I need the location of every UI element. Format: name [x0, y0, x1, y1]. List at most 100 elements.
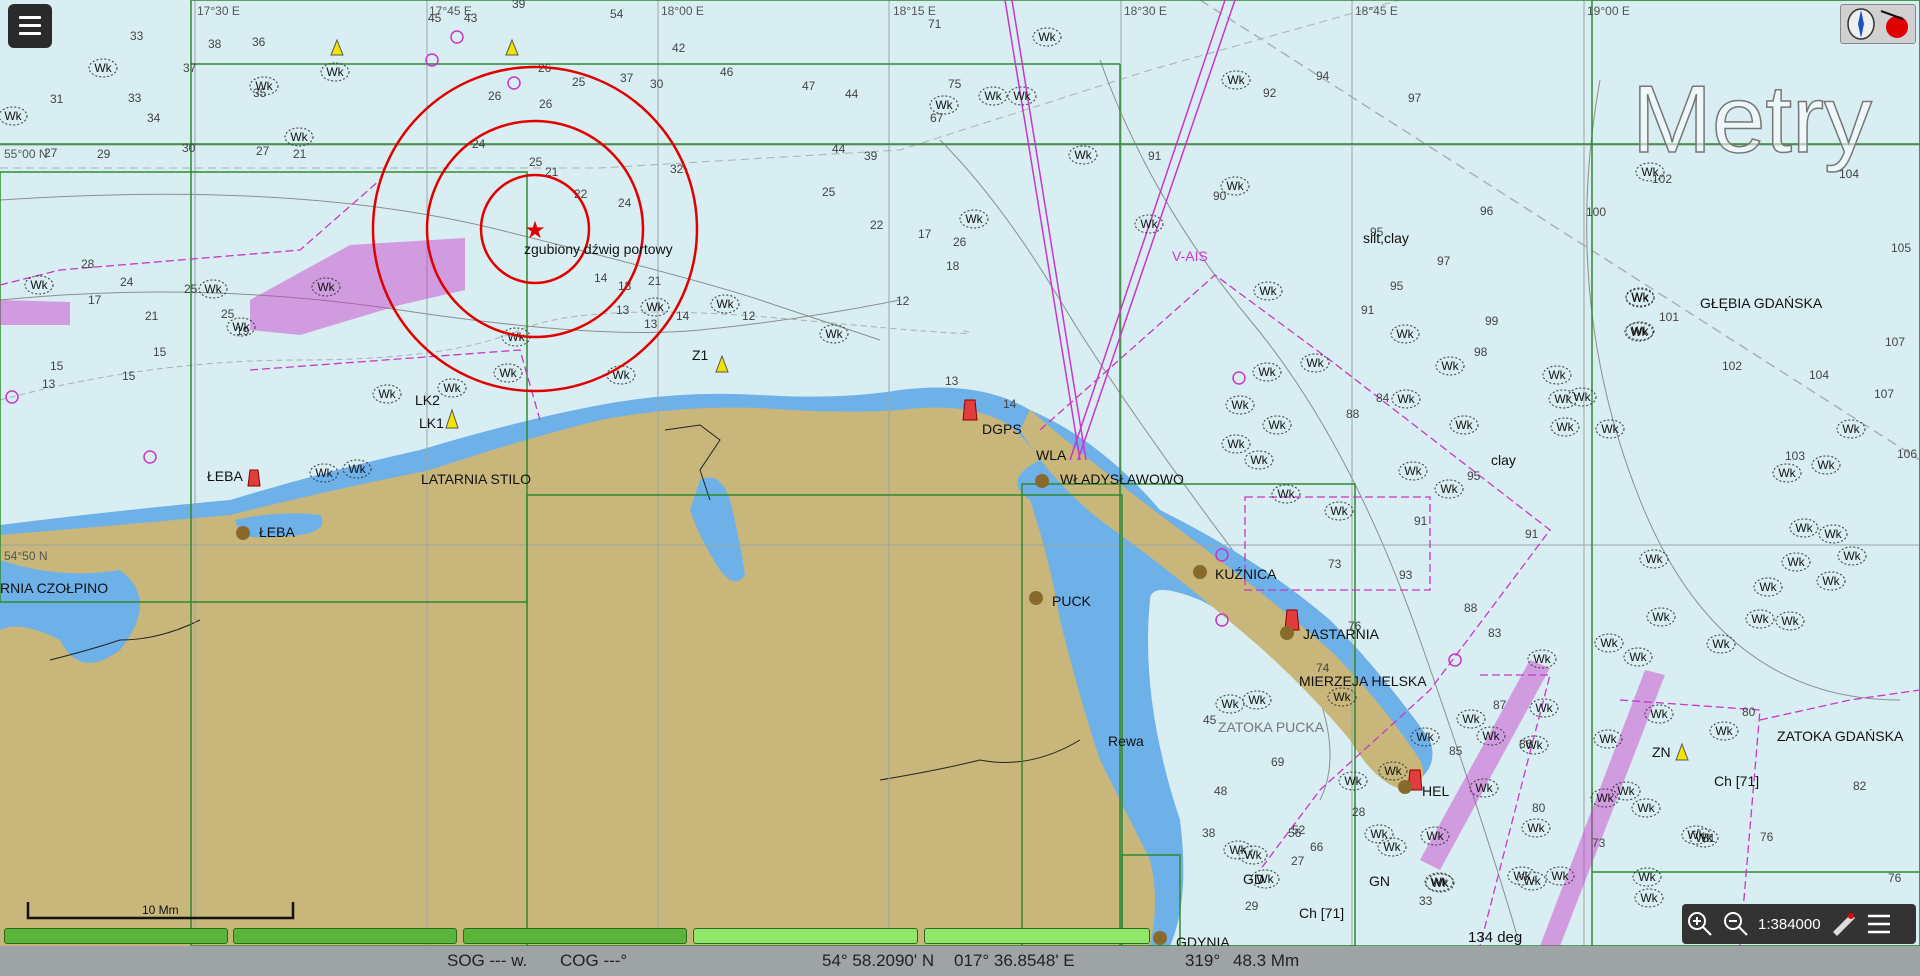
grid-label-lon-3: 18°00 E: [661, 4, 704, 18]
svg-text:Wk: Wk: [255, 79, 273, 93]
latitude-readout: 54° 58.2090' N: [822, 951, 935, 970]
depth-sounding: 15: [50, 359, 64, 373]
zoom-in-icon: [1688, 912, 1712, 936]
chart-tab-5[interactable]: [924, 928, 1150, 944]
depth-sounding: 13: [42, 377, 56, 391]
svg-text:Wk: Wk: [1637, 801, 1655, 815]
depth-sounding: 36: [252, 35, 266, 49]
chart-tab-4[interactable]: [693, 928, 918, 944]
svg-text:Wk: Wk: [1306, 356, 1324, 370]
grid-label-lat-1: 55°00 N: [4, 147, 48, 161]
label-zatoka-gdanska: ZATOKA GDAŃSKA: [1777, 728, 1904, 744]
depth-sounding: 102: [1722, 359, 1742, 373]
depth-sounding: 14: [594, 271, 608, 285]
compass-button[interactable]: [1840, 4, 1916, 44]
svg-text:Wk: Wk: [1533, 652, 1551, 666]
depth-sounding: 21: [648, 274, 662, 288]
svg-text:Wk: Wk: [1277, 487, 1295, 501]
svg-text:Wk: Wk: [1617, 784, 1635, 798]
menu-button[interactable]: [8, 4, 52, 48]
depth-sounding: 85: [1449, 744, 1463, 758]
depth-sounding: 80: [1532, 801, 1546, 815]
depth-sounding: 52: [1292, 823, 1306, 837]
svg-text:Wk: Wk: [348, 462, 366, 476]
grid-label-lon-7: 19°00 E: [1587, 4, 1630, 18]
label-wla: WLA: [1036, 447, 1067, 463]
depth-sounding: 99: [1485, 314, 1499, 328]
chart-tab-2[interactable]: [233, 928, 457, 944]
svg-text:Wk: Wk: [1226, 179, 1244, 193]
depth-sounding: 21: [145, 309, 159, 323]
svg-text:Wk: Wk: [1554, 392, 1572, 406]
depth-sounding: 33: [1419, 894, 1433, 908]
depth-sounding: 38: [208, 37, 222, 51]
label-dgps: DGPS: [982, 421, 1022, 437]
svg-text:Wk: Wk: [1330, 504, 1348, 518]
svg-text:Wk: Wk: [1556, 420, 1574, 434]
depth-sounding: 93: [1399, 568, 1413, 582]
label-leba-top: ŁEBA: [207, 468, 243, 484]
label-zatoka-pucka: ZATOKA PUCKA: [1218, 719, 1325, 735]
svg-text:Wk: Wk: [1482, 729, 1500, 743]
label-silt-clay: silt,clay: [1363, 230, 1409, 246]
svg-text:Wk: Wk: [204, 282, 222, 296]
svg-text:Wk: Wk: [716, 297, 734, 311]
chart-tab-3[interactable]: [463, 928, 687, 944]
depth-sounding: 38: [1202, 826, 1216, 840]
grid-label-lon-4: 18°15 E: [893, 4, 936, 18]
status-bar: SOG --- w. COG ---° 54° 58.2090' N 017° …: [0, 946, 1920, 976]
depth-sounding: 27: [256, 144, 270, 158]
label-v-ais: V-AIS: [1172, 248, 1208, 264]
depth-sounding: 91: [1525, 527, 1539, 541]
chart-tab-1[interactable]: [4, 928, 228, 944]
depth-sounding: 91: [1414, 514, 1428, 528]
depth-sounding: 22: [870, 218, 884, 232]
svg-text:Wk: Wk: [1440, 482, 1458, 496]
nautical-chart[interactable]: 333738 36353431 3327 29 30 27 212824 2517211513…: [0, 0, 1920, 946]
svg-text:Wk: Wk: [1535, 701, 1553, 715]
depth-sounding: 13: [945, 374, 959, 388]
depth-sounding: 25: [184, 282, 198, 296]
grid-label-lat-2: 54°50 N: [4, 549, 48, 563]
svg-text:Wk: Wk: [1631, 290, 1649, 304]
svg-text:Wk: Wk: [1817, 458, 1835, 472]
depth-sounding: 46: [720, 65, 734, 79]
depth-sounding: 12: [896, 294, 910, 308]
layers-menu-button[interactable]: [1861, 906, 1897, 942]
svg-text:Wk: Wk: [1259, 284, 1277, 298]
depth-sounding: 31: [50, 92, 64, 106]
depth-sounding: 101: [1659, 310, 1679, 324]
svg-text:Wk: Wk: [1455, 418, 1473, 432]
depth-sounding: 37: [620, 71, 634, 85]
svg-text:Wk: Wk: [1244, 848, 1262, 862]
label-wladyslawowo: WŁADYSŁAWOWO: [1060, 471, 1184, 487]
longitude-readout: 017° 36.8548' E: [954, 951, 1075, 970]
depth-sounding: 21: [293, 147, 307, 161]
svg-text:Wk: Wk: [1462, 712, 1480, 726]
zoom-out-icon: [1724, 912, 1748, 936]
svg-text:Wk: Wk: [1231, 398, 1249, 412]
zoom-in-button[interactable]: [1682, 906, 1718, 942]
svg-text:Wk: Wk: [1650, 707, 1668, 721]
depth-sounding: 104: [1809, 368, 1829, 382]
svg-text:Wk: Wk: [1038, 30, 1056, 44]
marker-star-icon[interactable]: ★: [524, 217, 546, 244]
svg-text:Wk: Wk: [1513, 869, 1531, 883]
svg-text:Wk: Wk: [1344, 774, 1362, 788]
svg-text:Wk: Wk: [1712, 637, 1730, 651]
svg-text:Wk: Wk: [1599, 732, 1617, 746]
depth-sounding: 28: [1352, 805, 1366, 819]
ruler-button[interactable]: [1825, 906, 1861, 942]
depth-sounding: 12: [742, 309, 756, 323]
depth-sounding: 88: [1464, 601, 1478, 615]
svg-text:Wk: Wk: [1781, 614, 1799, 628]
svg-text:Wk: Wk: [4, 109, 22, 123]
zoom-out-button[interactable]: [1718, 906, 1754, 942]
svg-text:Wk: Wk: [1638, 870, 1656, 884]
map-scale: 1:384000: [1758, 915, 1821, 933]
svg-text:Wk: Wk: [378, 387, 396, 401]
svg-text:Wk: Wk: [499, 366, 517, 380]
depth-sounding: 94: [1316, 69, 1330, 83]
svg-text:Wk: Wk: [1248, 693, 1266, 707]
svg-text:Wk: Wk: [1227, 73, 1245, 87]
